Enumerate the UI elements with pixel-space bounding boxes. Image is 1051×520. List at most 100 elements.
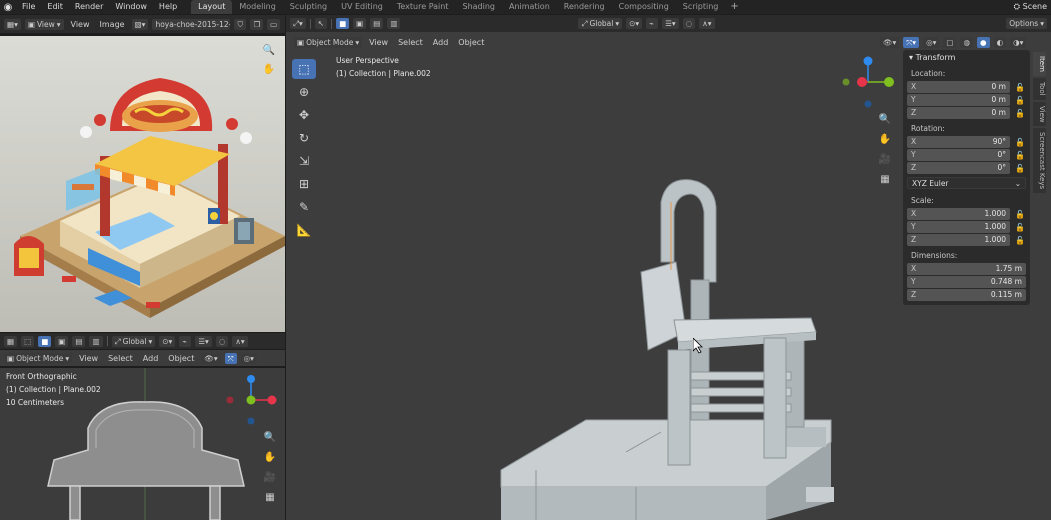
perspective-toggle-icon[interactable]: ▦ [876, 170, 894, 188]
grid-view-icon[interactable]: ▦ [261, 488, 279, 506]
tab-texture-paint[interactable]: Texture Paint [390, 0, 456, 14]
snap-icon[interactable]: ⌁ [179, 335, 192, 347]
tab-uv-editing[interactable]: UV Editing [334, 0, 390, 14]
dimension-x-field[interactable]: X 1.75 m [907, 263, 1026, 275]
select-mode-invert-icon[interactable]: ▥ [387, 18, 401, 29]
cursor-tool-icon[interactable]: ⊕ [292, 82, 316, 102]
snap-target-icon[interactable]: ☰▾ [662, 18, 679, 29]
camera-icon[interactable]: 🎥 [261, 468, 279, 486]
scale-z-field[interactable]: Z 1.000 [907, 234, 1010, 246]
lock-icon[interactable]: 🔓 [1014, 223, 1026, 232]
location-y-field[interactable]: Y0 m [907, 94, 1010, 106]
transform-tool-icon[interactable]: ⊞ [292, 174, 316, 194]
orientation-dropdown[interactable]: ⤢ Global ▾ [111, 335, 156, 347]
overlay-toggle-icon[interactable]: ◎▾ [240, 352, 257, 364]
zoom-icon[interactable]: 🔍 [260, 41, 278, 59]
lock-icon[interactable]: 🔓 [1014, 164, 1026, 173]
snap-target-icon[interactable]: ☰▾ [195, 335, 212, 347]
editor-type-icon[interactable]: ▦▾ [4, 18, 21, 30]
select-mode-invert-icon[interactable]: ▥ [89, 335, 103, 347]
select-tool-icon[interactable]: ↖ [314, 18, 328, 29]
tab-shading[interactable]: Shading [455, 0, 502, 14]
lock-icon[interactable]: 🔓 [1014, 96, 1026, 105]
editor-type-icon[interactable]: ▦ [4, 335, 18, 347]
zoom-icon[interactable]: 🔍 [876, 110, 894, 128]
select-mode-extend-icon[interactable]: ▣ [353, 18, 367, 29]
move-tool-icon[interactable]: ✥ [292, 105, 316, 125]
add-menu[interactable]: Add [140, 353, 162, 364]
select-mode-extend-icon[interactable]: ▣ [55, 335, 69, 347]
lock-icon[interactable]: 🔓 [1014, 138, 1026, 147]
tab-animation[interactable]: Animation [502, 0, 557, 14]
tab-view[interactable]: View [1033, 101, 1046, 127]
select-mode-new-icon[interactable]: ■ [38, 335, 52, 347]
transform-panel-header[interactable]: ▾ Transform [903, 50, 1030, 65]
select-mode-subtract-icon[interactable]: ▤ [370, 18, 384, 29]
falloff-icon[interactable]: ∧▾ [232, 335, 248, 347]
add-workspace-button[interactable]: + [725, 0, 743, 14]
object-menu[interactable]: Object [165, 353, 197, 364]
falloff-icon[interactable]: ∧▾ [699, 18, 715, 29]
pan-hand-icon[interactable]: ✋ [261, 448, 279, 466]
rotation-z-field[interactable]: Z 0° [907, 162, 1010, 174]
proportional-edit-icon[interactable]: ◌ [215, 335, 229, 347]
location-z-field[interactable]: Z0 m [907, 107, 1010, 119]
editor-type-icon[interactable]: ⤢▾ [290, 18, 306, 29]
location-x-field[interactable]: X0 m [907, 81, 1010, 93]
dimension-y-field[interactable]: Y 0.748 m [907, 276, 1026, 288]
visibility-icon[interactable]: 👁▾ [201, 352, 221, 364]
front-viewport[interactable]: Front Orthographic (1) Collection | Plan… [0, 368, 285, 520]
tab-sculpting[interactable]: Sculpting [283, 0, 334, 14]
image-browse-icon[interactable]: ▧▾ [131, 18, 149, 30]
blender-logo-icon[interactable]: ◉ [0, 0, 16, 14]
select-menu[interactable]: Select [105, 353, 136, 364]
pivot-icon[interactable]: ⊙▾ [626, 18, 643, 29]
new-image-icon[interactable]: ❐ [250, 18, 264, 30]
scale-tool-icon[interactable]: ⇲ [292, 151, 316, 171]
tab-screencast-keys[interactable]: Screencast Keys [1033, 128, 1046, 194]
menu-file[interactable]: File [16, 0, 41, 14]
tab-item[interactable]: Item [1033, 52, 1046, 76]
lock-icon[interactable]: 🔓 [1014, 210, 1026, 219]
navigation-gizmo[interactable] [840, 54, 896, 110]
mode-dropdown[interactable]: ▣ Object Mode ▾ [4, 352, 73, 364]
scene-selector[interactable]: ⛭ Scene [1010, 0, 1051, 14]
options-dropdown[interactable]: Options ▾ [1006, 18, 1047, 29]
menu-edit[interactable]: Edit [41, 0, 69, 14]
select-mode-subtract-icon[interactable]: ▤ [72, 335, 86, 347]
orientation-dropdown[interactable]: ⤢ Global ▾ [578, 18, 623, 29]
select-mode-new-icon[interactable]: ■ [336, 18, 350, 29]
annotate-tool-icon[interactable]: ✎ [292, 197, 316, 217]
pan-hand-icon[interactable]: ✋ [260, 60, 278, 78]
tab-tool[interactable]: Tool [1033, 77, 1046, 100]
lock-icon[interactable]: 🔓 [1014, 109, 1026, 118]
pan-hand-icon[interactable]: ✋ [876, 130, 894, 148]
select-box-tool-icon[interactable]: ⬚ [292, 59, 316, 79]
image-menu[interactable]: Image [97, 19, 128, 30]
dimension-z-field[interactable]: Z 0.115 m [907, 289, 1026, 301]
camera-icon[interactable]: 🎥 [876, 150, 894, 168]
tab-rendering[interactable]: Rendering [557, 0, 612, 14]
rotation-y-field[interactable]: Y 0° [907, 149, 1010, 161]
gizmo-toggle-icon[interactable]: ⤧ [224, 352, 237, 364]
view-dropdown[interactable]: ▣ View ▾ [24, 18, 64, 30]
snap-icon[interactable]: ⌁ [646, 18, 659, 29]
tab-compositing[interactable]: Compositing [612, 0, 676, 14]
view-menu[interactable]: View [76, 353, 101, 364]
tab-scripting[interactable]: Scripting [676, 0, 726, 14]
measure-tool-icon[interactable]: 📐 [292, 220, 316, 240]
menu-render[interactable]: Render [69, 0, 109, 14]
image-name-field[interactable]: hoya-choe-2015-12-... [152, 18, 231, 30]
lock-icon[interactable]: 🔓 [1014, 151, 1026, 160]
select-tool-icon[interactable]: ⬚ [21, 335, 35, 347]
menu-window[interactable]: Window [109, 0, 153, 14]
scale-y-field[interactable]: Y 1.000 [907, 221, 1010, 233]
fake-user-icon[interactable]: ⛉ [234, 18, 247, 30]
pivot-icon[interactable]: ⊙▾ [159, 335, 176, 347]
view-menu[interactable]: View [68, 19, 93, 30]
menu-help[interactable]: Help [153, 0, 183, 14]
rotation-mode-dropdown[interactable]: XYZ Euler ⌄ [907, 177, 1026, 189]
tab-layout[interactable]: Layout [191, 0, 233, 14]
image-editor-canvas[interactable]: 🔍 ✋ [0, 36, 285, 332]
zoom-icon[interactable]: 🔍 [261, 428, 279, 446]
